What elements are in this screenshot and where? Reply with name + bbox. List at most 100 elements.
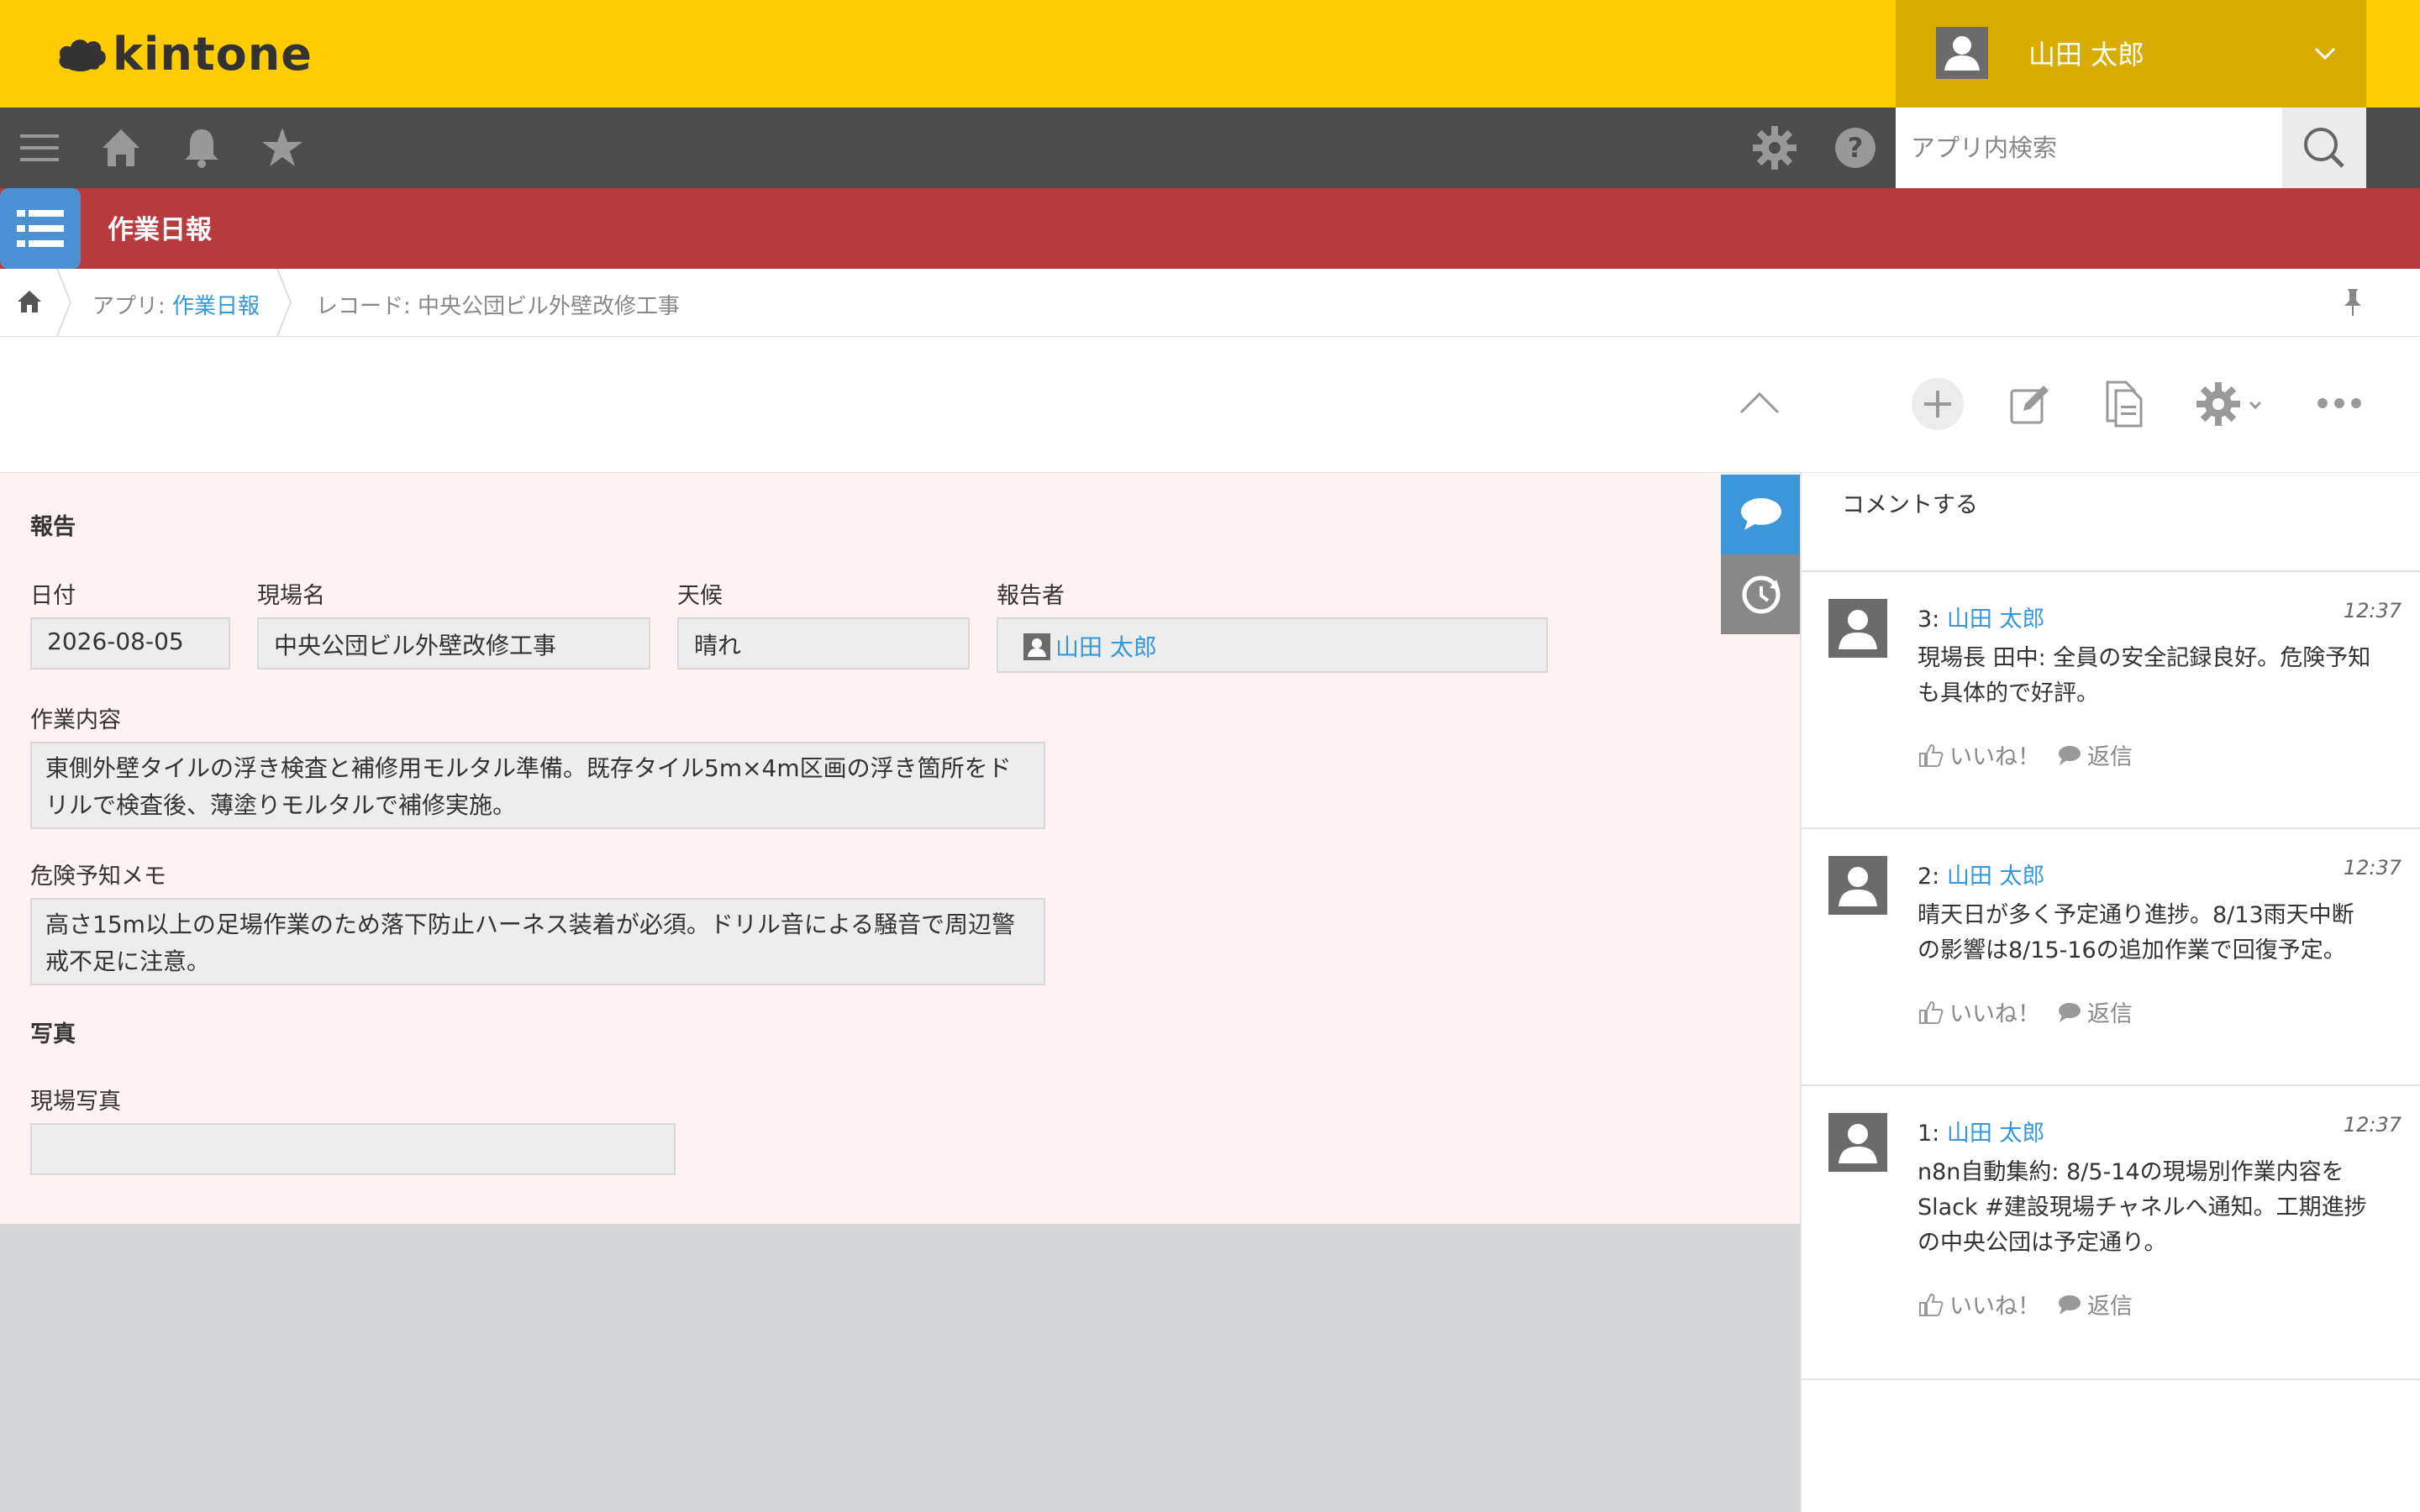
- search-button[interactable]: [2282, 108, 2366, 188]
- weather-field: 晴れ: [677, 617, 970, 669]
- comment-number: 1:: [1918, 1121, 1940, 1147]
- reply-bubble-icon: [2059, 1294, 2081, 1315]
- comment-item: 1: 山田 太郎 12:37 n8n自動集約: 8/5-14の現場別作業内容を …: [1802, 1084, 2420, 1380]
- like-button[interactable]: いいね！: [1918, 1288, 2040, 1320]
- comment-time: 12:37: [2343, 1113, 2402, 1137]
- comment-line: 晴天日が多く予定通り進捗。8/13雨天中断: [1918, 902, 2354, 928]
- user-icon: [1839, 1124, 1877, 1163]
- bell-icon[interactable]: [178, 124, 225, 171]
- date-value: 2026-08-05: [47, 627, 184, 655]
- site-value: 中央公団ビル外壁改修工事: [274, 632, 557, 659]
- comment-number: 3:: [1918, 606, 1940, 633]
- user-avatar: [1936, 27, 1988, 79]
- risk-line-2: 戒不足に注意。: [45, 948, 211, 975]
- breadcrumb-record: レコード: 中央公団ビル外壁改修工事: [316, 294, 681, 319]
- search-input[interactable]: [1896, 108, 2282, 188]
- weather-value: 晴れ: [694, 632, 742, 659]
- comment-time: 12:37: [2343, 856, 2402, 879]
- search-icon: [2304, 128, 2344, 168]
- comments-tab[interactable]: [1721, 475, 1801, 554]
- comment-author[interactable]: 山田 太郎: [1947, 606, 2045, 633]
- work-line-2: リルで検査後、薄塗りモルタルで補修実施。: [45, 791, 517, 819]
- help-icon[interactable]: ?: [1832, 124, 1879, 171]
- comment-author[interactable]: 山田 太郎: [1947, 1121, 2045, 1147]
- avatar: [1828, 856, 1887, 915]
- photo-label: 現場写真: [30, 1089, 121, 1115]
- user-icon: [1839, 867, 1877, 906]
- comments-panel: コメントする 3: 山田 太郎 12:37 現場長 田中: 全員の安全記録良好。…: [1800, 473, 2420, 1512]
- comment-line: Slack #建設現場チャネルへ通知。工期進捗: [1918, 1194, 2367, 1221]
- comment-line: の影響は8/15-16の追加作業で回復予定。: [1918, 937, 2346, 963]
- top-header: kintone 山田 太郎: [0, 0, 2420, 108]
- comment-author[interactable]: 山田 太郎: [1947, 864, 2045, 890]
- reporter-field: 山田 太郎: [997, 617, 1548, 673]
- thumbs-up-icon: [1919, 1000, 1944, 1024]
- comment-line: の中央公団は予定通り。: [1918, 1230, 2167, 1256]
- edit-icon[interactable]: [2007, 381, 2054, 428]
- breadcrumb: アプリ: 作業日報 レコード: 中央公団ビル外壁改修工事: [0, 269, 2420, 337]
- weather-label: 天候: [677, 583, 723, 609]
- more-options-icon[interactable]: [2316, 391, 2363, 416]
- comment-input[interactable]: コメントする: [1842, 486, 1978, 519]
- record-toolbar: [0, 337, 2420, 474]
- breadcrumb-app-prefix: アプリ:: [92, 294, 173, 319]
- duplicate-icon[interactable]: [2101, 379, 2148, 428]
- breadcrumb-app-link[interactable]: 作業日報: [172, 294, 260, 319]
- menu-icon[interactable]: [17, 124, 64, 171]
- user-menu[interactable]: 山田 太郎: [1896, 0, 2366, 108]
- comment-number: 2:: [1918, 864, 1940, 890]
- reply-bubble-icon: [2059, 745, 2081, 765]
- breadcrumb-separator: [276, 269, 292, 336]
- comment-body: 晴天日が多く予定通り進捗。8/13雨天中断 の影響は8/15-16の追加作業で回…: [1918, 898, 2396, 969]
- gear-icon[interactable]: [2195, 379, 2270, 429]
- work-field: 東側外壁タイルの浮き検査と補修用モルタル準備。既存タイル5m×4m区画の浮き箇所…: [30, 742, 1045, 829]
- site-label: 現場名: [257, 583, 325, 609]
- comment-line: n8n自動集約: 8/5-14の現場別作業内容を: [1918, 1159, 2344, 1185]
- chevron-up-icon[interactable]: [1736, 381, 1783, 428]
- comment-body: n8n自動集約: 8/5-14の現場別作業内容を Slack #建設現場チャネル…: [1918, 1155, 2396, 1261]
- gear-icon[interactable]: [1751, 124, 1798, 171]
- comment-item: 3: 山田 太郎 12:37 現場長 田中: 全員の安全記録良好。危険予知 も具…: [1802, 570, 2420, 829]
- photo-field: [30, 1123, 676, 1175]
- app-title: 作業日報: [108, 215, 212, 245]
- star-icon[interactable]: [259, 124, 306, 171]
- reply-bubble-icon: [2059, 1002, 2081, 1022]
- like-label: いいね！: [1949, 1001, 2040, 1027]
- history-icon: [1742, 575, 1781, 614]
- reply-button[interactable]: 返信: [2055, 995, 2133, 1028]
- comment-header: 1: 山田 太郎: [1918, 1115, 2044, 1147]
- app-search: [1896, 108, 2366, 188]
- reply-button[interactable]: 返信: [2055, 1288, 2133, 1320]
- history-tab[interactable]: [1721, 554, 1801, 634]
- chevron-down-icon: [2314, 47, 2336, 60]
- like-button[interactable]: いいね！: [1918, 738, 2040, 771]
- home-icon[interactable]: [97, 124, 145, 171]
- risk-label: 危険予知メモ: [30, 864, 166, 890]
- like-button[interactable]: いいね！: [1918, 995, 2040, 1028]
- date-label: 日付: [30, 583, 76, 609]
- thumbs-up-icon: [1919, 743, 1944, 767]
- svg-text:?: ?: [1848, 132, 1864, 164]
- comment-bubble-icon: [1741, 498, 1781, 530]
- comment-actions: いいね！ 返信: [1918, 738, 2133, 771]
- kintone-logo[interactable]: kintone: [57, 28, 313, 81]
- avatar: [1828, 1113, 1887, 1172]
- comment-item: 2: 山田 太郎 12:37 晴天日が多く予定通り進捗。8/13雨天中断 の影響…: [1802, 827, 2420, 1086]
- home-icon[interactable]: [15, 287, 44, 316]
- user-icon: [1839, 610, 1877, 649]
- pin-icon[interactable]: [2339, 286, 2366, 319]
- reporter-link[interactable]: 山田 太郎: [1055, 629, 1157, 663]
- reply-button[interactable]: 返信: [2055, 738, 2133, 771]
- reply-label: 返信: [2087, 1294, 2133, 1320]
- date-field: 2026-08-05: [30, 617, 230, 669]
- add-record-button[interactable]: [1911, 377, 1965, 431]
- comment-line: 現場長 田中: 全員の安全記録良好。危険予知: [1918, 645, 2371, 671]
- avatar: [1828, 599, 1887, 658]
- work-label: 作業内容: [30, 707, 121, 733]
- section-photo-title: 写真: [30, 1021, 76, 1047]
- like-label: いいね！: [1949, 744, 2040, 770]
- empty-area: [0, 1224, 1800, 1512]
- list-icon: [17, 210, 64, 247]
- app-list-icon[interactable]: [0, 188, 81, 269]
- cloud-logo-icon: [59, 39, 106, 71]
